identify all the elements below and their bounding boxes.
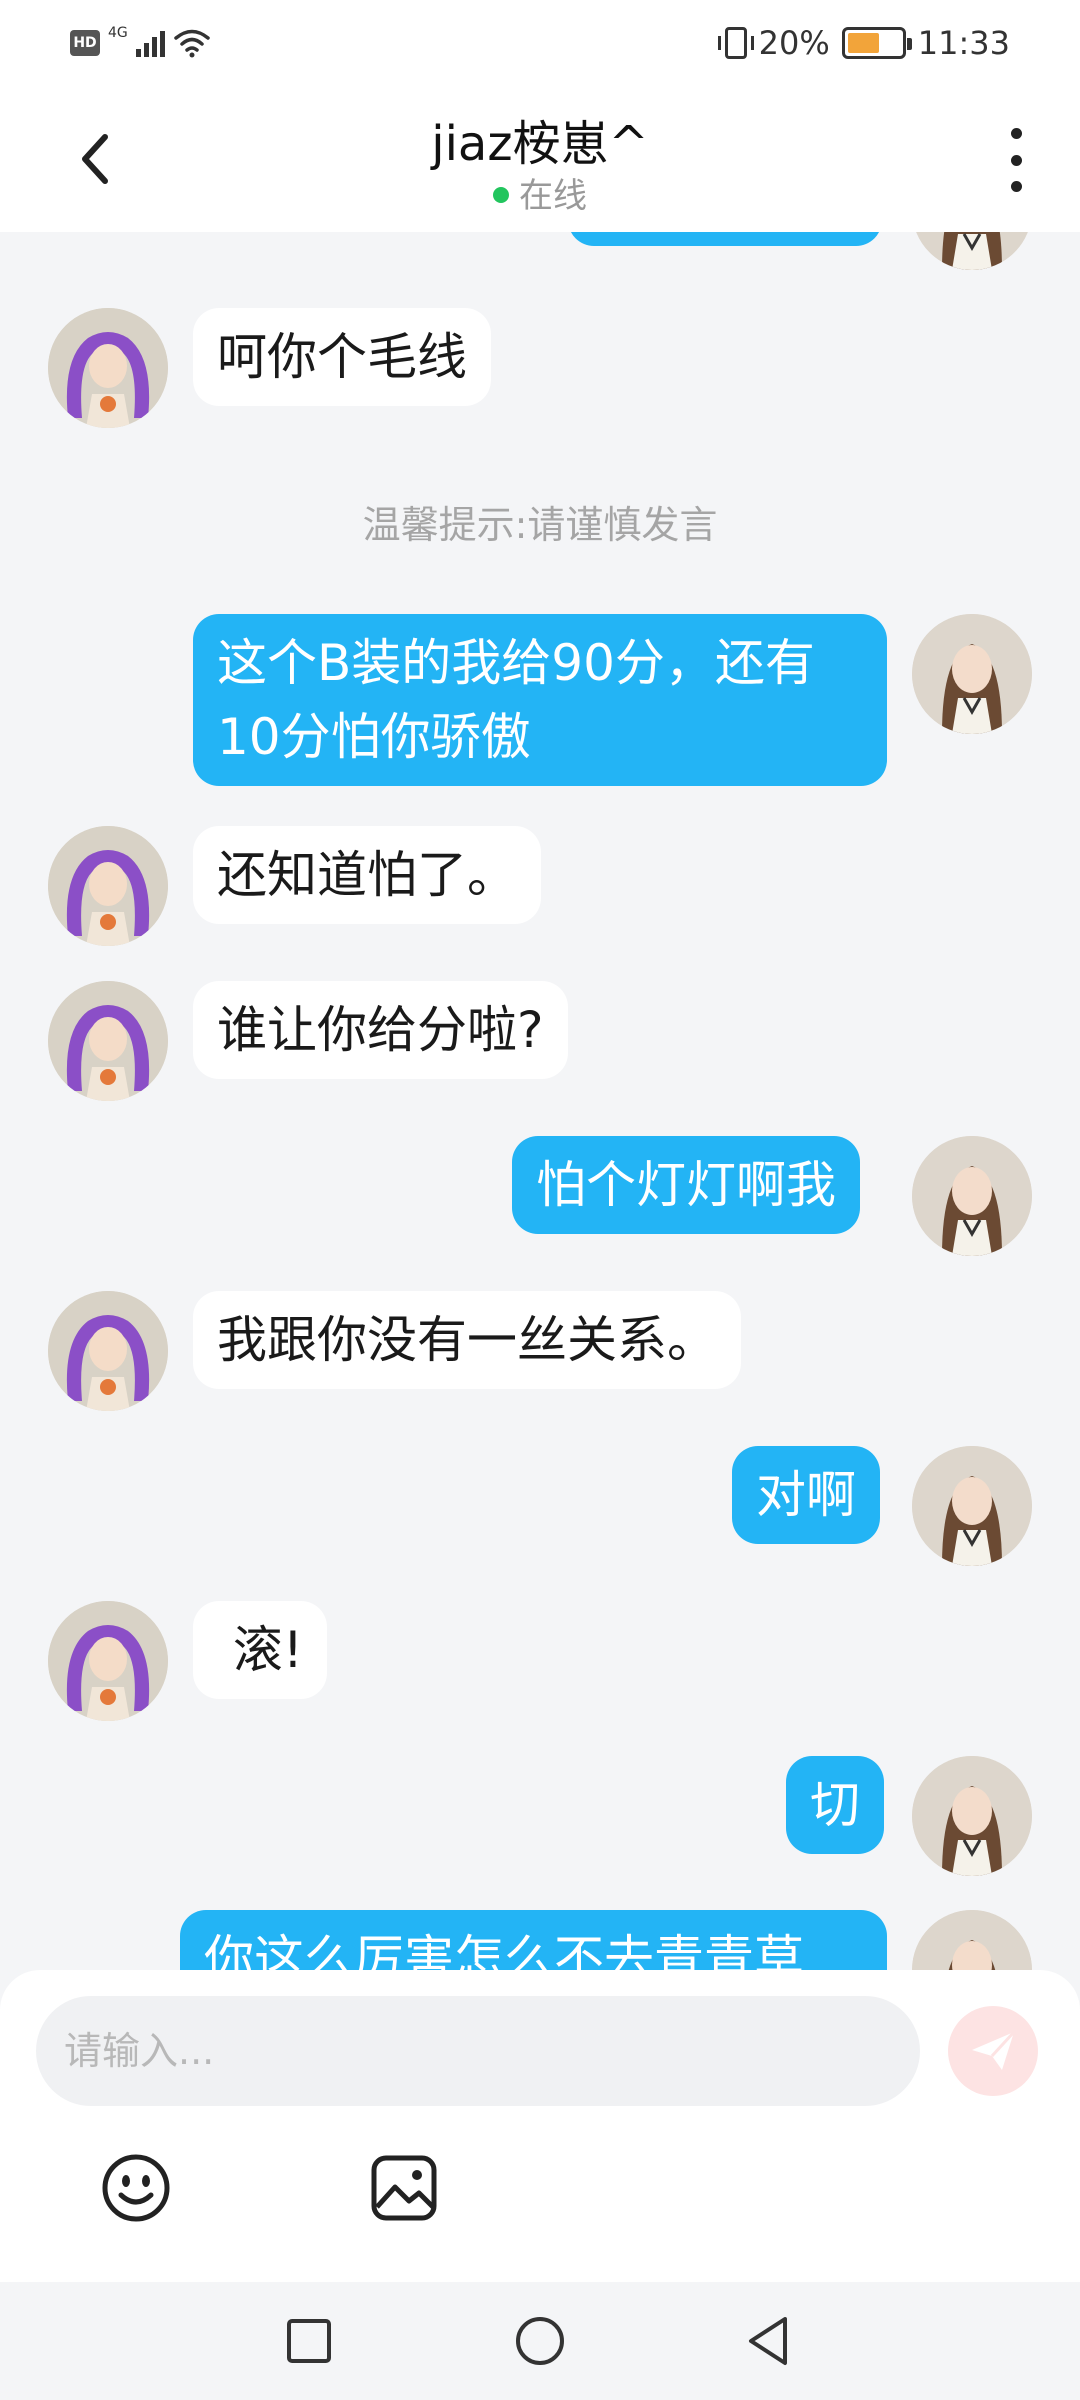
circle-icon bbox=[516, 2317, 564, 2365]
avatar-icon bbox=[912, 1136, 1032, 1256]
avatar-icon bbox=[912, 1910, 1032, 1972]
avatar-icon bbox=[912, 1756, 1032, 1876]
message-bubble-outgoing[interactable]: 切 bbox=[786, 1756, 884, 1854]
emoji-icon bbox=[102, 2154, 170, 2222]
my-avatar[interactable] bbox=[912, 1756, 1032, 1876]
contact-avatar[interactable] bbox=[48, 826, 168, 946]
message-bubble-incoming[interactable]: 还知道怕了。 bbox=[193, 826, 541, 924]
contact-avatar[interactable] bbox=[48, 308, 168, 428]
message-input[interactable] bbox=[36, 1996, 920, 2106]
image-button[interactable] bbox=[366, 2150, 442, 2226]
avatar-icon bbox=[48, 1601, 168, 1721]
contact-name: jiaz桉崽^ bbox=[431, 116, 649, 172]
recent-apps-button[interactable] bbox=[274, 2306, 344, 2376]
status-left: HD 4G bbox=[70, 25, 211, 58]
message-bubble-outgoing[interactable] bbox=[568, 232, 882, 246]
online-dot bbox=[493, 187, 509, 203]
status-bar: HD 4G 20% 11:33 bbox=[0, 0, 1080, 92]
system-nav-bar bbox=[0, 2282, 1080, 2400]
chat-area[interactable]: 呵你个毛线 温馨提示:请谨慎发言 这个B装的我给90分，还有 10分怕你骄傲 还… bbox=[0, 232, 1080, 1972]
message-bubble-outgoing[interactable]: 怕个灯灯啊我 bbox=[512, 1136, 860, 1234]
message-bubble-incoming[interactable]: 滚! bbox=[193, 1601, 327, 1699]
online-status: 在线 bbox=[0, 168, 1080, 217]
my-avatar[interactable] bbox=[912, 232, 1032, 270]
avatar-icon bbox=[48, 826, 168, 946]
message-bubble-outgoing[interactable]: 这个B装的我给90分，还有 10分怕你骄傲 bbox=[193, 614, 887, 786]
input-panel bbox=[0, 1970, 1080, 2282]
online-label: 在线 bbox=[519, 176, 587, 216]
chat-header: jiaz桉崽^ 在线 bbox=[0, 92, 1080, 232]
avatar-icon bbox=[48, 1291, 168, 1411]
message-bubble-incoming[interactable]: 我跟你没有一丝关系。 bbox=[193, 1291, 741, 1389]
triangle-back-icon bbox=[749, 2317, 787, 2365]
hd-badge: HD bbox=[70, 30, 100, 56]
my-avatar[interactable] bbox=[912, 1136, 1032, 1256]
avatar-icon bbox=[48, 308, 168, 428]
message-bubble-incoming[interactable]: 谁让你给分啦? bbox=[193, 981, 568, 1079]
square-icon bbox=[287, 2319, 331, 2363]
status-right: 20% 11:33 bbox=[717, 24, 1010, 62]
system-notice: 温馨提示:请谨慎发言 bbox=[362, 503, 718, 547]
emoji-button[interactable] bbox=[98, 2150, 174, 2226]
contact-avatar[interactable] bbox=[48, 1601, 168, 1721]
battery-percent: 20% bbox=[758, 24, 830, 62]
avatar-icon bbox=[48, 981, 168, 1101]
more-button[interactable] bbox=[996, 128, 1036, 192]
contact-avatar[interactable] bbox=[48, 981, 168, 1101]
contact-avatar[interactable] bbox=[48, 1291, 168, 1411]
my-avatar[interactable] bbox=[912, 1446, 1032, 1566]
avatar-icon bbox=[912, 1446, 1032, 1566]
battery-icon bbox=[841, 27, 912, 59]
clock: 11:33 bbox=[917, 24, 1010, 62]
send-button[interactable] bbox=[948, 2006, 1038, 2096]
avatar-icon bbox=[912, 614, 1032, 734]
signal-icon bbox=[135, 29, 165, 57]
vibrate-icon bbox=[717, 27, 754, 59]
image-icon bbox=[371, 2155, 437, 2221]
message-line: 这个B装的我给90分，还有 bbox=[217, 634, 815, 692]
network-type: 4G bbox=[108, 25, 128, 41]
send-icon bbox=[972, 2030, 1016, 2070]
message-line: 10分怕你骄傲 bbox=[217, 708, 531, 766]
my-avatar[interactable] bbox=[912, 1910, 1032, 1972]
avatar-icon bbox=[916, 232, 1028, 270]
message-bubble-incoming[interactable]: 呵你个毛线 bbox=[193, 308, 491, 406]
back-nav-button[interactable] bbox=[733, 2306, 803, 2376]
message-bubble-outgoing[interactable]: 对啊 bbox=[732, 1446, 880, 1544]
my-avatar[interactable] bbox=[912, 614, 1032, 734]
home-button[interactable] bbox=[505, 2306, 575, 2376]
more-vertical-icon bbox=[1010, 128, 1022, 139]
wifi-icon bbox=[174, 29, 210, 58]
message-bubble-outgoing[interactable]: 你这么厉害怎么不去青青草 bbox=[180, 1910, 887, 1972]
